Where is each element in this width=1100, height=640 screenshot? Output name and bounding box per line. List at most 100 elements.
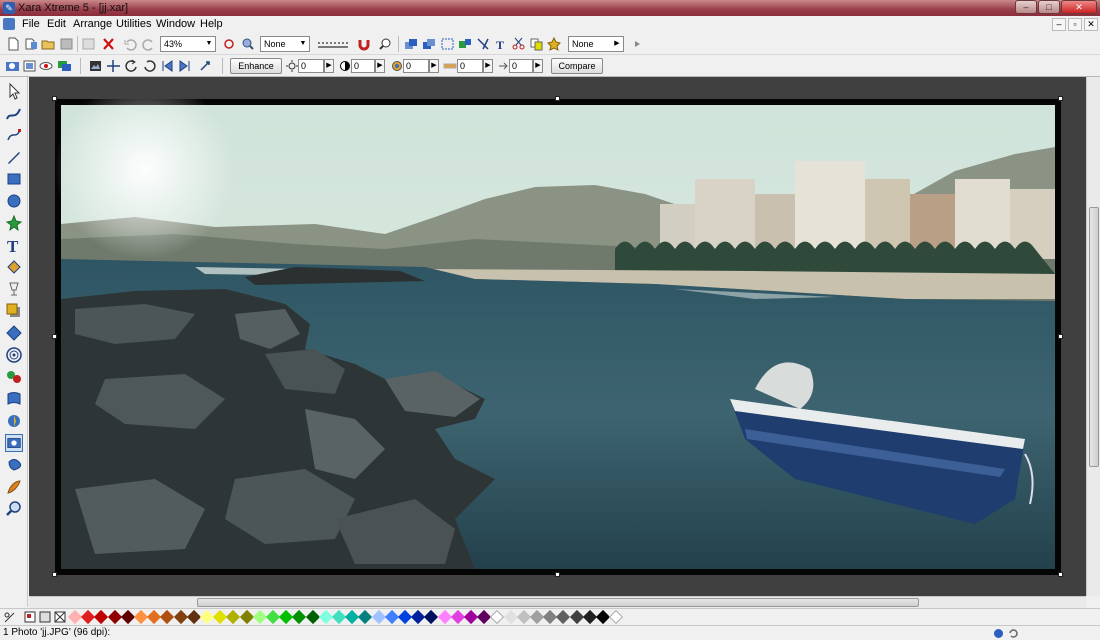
vertical-scroll-thumb[interactable] xyxy=(1089,207,1099,467)
contour-tool-icon[interactable] xyxy=(5,346,23,364)
group-icon[interactable] xyxy=(440,37,455,51)
chevron-right-icon[interactable]: ▶ xyxy=(324,59,334,73)
resample-icon[interactable] xyxy=(198,59,213,73)
rectangle-tool-icon[interactable] xyxy=(5,170,23,188)
color-swatch[interactable] xyxy=(582,609,597,625)
color-swatch[interactable] xyxy=(239,609,254,625)
color-swatch[interactable] xyxy=(186,609,201,625)
copy-icon[interactable] xyxy=(529,37,544,51)
photo-properties-icon[interactable] xyxy=(22,59,37,73)
rotate-left-icon[interactable] xyxy=(124,59,139,73)
combine-icon[interactable] xyxy=(476,37,491,51)
chevron-right-icon[interactable]: ▶ xyxy=(429,59,439,73)
red-eye-icon[interactable] xyxy=(39,59,54,73)
quickshape-tool-icon[interactable] xyxy=(5,214,23,232)
color-swatch[interactable] xyxy=(120,609,135,625)
snap-magnet-icon[interactable] xyxy=(357,37,372,51)
doc-restore-button[interactable]: ▫ xyxy=(1068,18,1082,31)
color-swatch[interactable] xyxy=(437,609,452,625)
redo-icon[interactable] xyxy=(141,37,156,51)
quality-select[interactable]: None ▼ xyxy=(260,36,310,52)
menu-utilities[interactable]: Utilities xyxy=(116,18,151,30)
flip-left-icon[interactable] xyxy=(160,59,175,73)
color-swatch[interactable] xyxy=(358,609,373,625)
vertical-scrollbar[interactable] xyxy=(1086,77,1100,596)
color-swatch[interactable] xyxy=(173,609,188,625)
magnify-tool-icon[interactable] xyxy=(5,500,23,518)
brush-tool-icon[interactable] xyxy=(5,478,23,496)
horizontal-scroll-thumb[interactable] xyxy=(197,598,919,607)
text-tool-icon[interactable]: T xyxy=(5,236,23,254)
document-icon[interactable] xyxy=(3,18,15,30)
menu-help[interactable]: Help xyxy=(200,18,223,30)
selection-handle[interactable] xyxy=(1058,96,1063,101)
color-swatch[interactable] xyxy=(305,609,320,625)
selection-handle[interactable] xyxy=(555,96,560,101)
selection-handle[interactable] xyxy=(52,334,57,339)
shadow-tool-icon[interactable] xyxy=(5,302,23,320)
contrast-value[interactable]: 0 xyxy=(351,59,375,73)
brightness-value[interactable]: 0 xyxy=(298,59,324,73)
effects-icon[interactable] xyxy=(547,37,562,51)
pen-tool-icon[interactable] xyxy=(5,148,23,166)
selection-handle[interactable] xyxy=(52,572,57,577)
color-swatch[interactable] xyxy=(371,609,386,625)
selector-tool-icon[interactable] xyxy=(5,82,23,100)
color-swatch[interactable] xyxy=(424,609,439,625)
selection-handle[interactable] xyxy=(555,572,560,577)
color-swatch[interactable] xyxy=(609,609,624,625)
transparency-tool-icon[interactable] xyxy=(5,280,23,298)
color-swatch[interactable] xyxy=(292,609,307,625)
photo-tool-icon[interactable] xyxy=(5,59,20,73)
color-swatch[interactable] xyxy=(226,609,241,625)
zoom-drawing-icon[interactable] xyxy=(240,37,255,51)
rotate-right-icon[interactable] xyxy=(142,59,157,73)
compare-button[interactable]: Compare xyxy=(551,58,603,74)
undo-icon[interactable] xyxy=(123,37,138,51)
chevron-right-icon[interactable]: ▶ xyxy=(483,59,493,73)
shape-editor-tool-icon[interactable] xyxy=(5,126,23,144)
color-swatch[interactable] xyxy=(503,609,518,625)
bring-to-front-icon[interactable] xyxy=(404,37,419,51)
color-swatch[interactable] xyxy=(556,609,571,625)
close-button[interactable]: ✕ xyxy=(1061,0,1097,14)
color-editor-icon[interactable] xyxy=(39,611,51,623)
chevron-right-icon[interactable]: ▶ xyxy=(375,59,385,73)
save-icon[interactable] xyxy=(59,37,74,51)
selection-handle[interactable] xyxy=(52,96,57,101)
zoom-select[interactable]: 43% ▼ xyxy=(160,36,216,52)
minimize-button[interactable]: – xyxy=(1015,0,1037,14)
doc-close-button[interactable]: ✕ xyxy=(1084,18,1098,31)
color-swatch[interactable] xyxy=(384,609,399,625)
menu-arrange[interactable]: Arrange xyxy=(73,18,112,30)
horizontal-scrollbar[interactable] xyxy=(29,596,1086,608)
text-tool-small-icon[interactable]: T xyxy=(494,37,509,51)
straighten-icon[interactable] xyxy=(106,59,121,73)
shadow-select[interactable]: None ▶ xyxy=(568,36,624,52)
color-swatch[interactable] xyxy=(569,609,584,625)
zoom-tool-icon[interactable] xyxy=(378,37,393,51)
move-forward-icon[interactable] xyxy=(422,37,437,51)
palette-options-icon[interactable] xyxy=(3,611,17,624)
maximize-button[interactable]: □ xyxy=(1038,0,1060,14)
new-template-icon[interactable] xyxy=(24,37,39,51)
color-swatch[interactable] xyxy=(94,609,109,625)
live-effects-tool-icon[interactable] xyxy=(5,412,23,430)
cut-icon[interactable] xyxy=(511,37,526,51)
line-width-icon[interactable] xyxy=(316,37,350,51)
fill-tool-icon[interactable] xyxy=(5,258,23,276)
saturation-value[interactable]: 0 xyxy=(403,59,429,73)
delete-icon[interactable] xyxy=(101,37,116,51)
clipart-tool-icon[interactable] xyxy=(5,456,23,474)
color-swatch[interactable] xyxy=(516,609,531,625)
photo-effects-icon[interactable] xyxy=(57,59,72,73)
flip-right-icon[interactable] xyxy=(177,59,192,73)
color-swatch[interactable] xyxy=(107,609,122,625)
fill-light-value[interactable]: 0 xyxy=(509,59,533,73)
local-colors-icon[interactable] xyxy=(24,611,36,623)
color-swatch[interactable] xyxy=(490,609,505,625)
photo-tool-active-icon[interactable] xyxy=(5,434,23,452)
menu-window[interactable]: Window xyxy=(156,18,195,30)
new-document-icon[interactable] xyxy=(6,37,21,51)
chevron-right-icon[interactable]: ▶ xyxy=(533,59,543,73)
